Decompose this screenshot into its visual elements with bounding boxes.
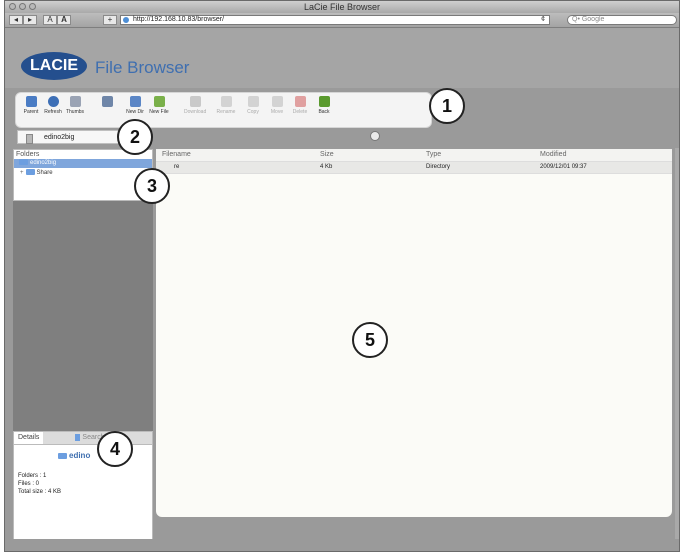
vertical-scrollbar[interactable] bbox=[675, 148, 679, 551]
cell-modified: 2009/12/01 09:37 bbox=[540, 164, 587, 170]
tab-details[interactable]: Details bbox=[14, 432, 43, 444]
toolbar-button-move[interactable]: Move bbox=[266, 96, 288, 116]
thumbs-icon bbox=[69, 96, 81, 107]
browser-toolbar: ◂ ▸ A A + http://192.168.10.83/browser/ … bbox=[5, 13, 679, 28]
google-search-input[interactable]: Q• Google bbox=[567, 15, 677, 25]
toolbar-button-download[interactable]: Download bbox=[184, 96, 206, 116]
toolbar-button-refresh[interactable]: Refresh bbox=[42, 96, 64, 116]
file-table-header: Filename Size Type Modified bbox=[156, 149, 672, 162]
text-smaller-button[interactable]: A bbox=[43, 15, 57, 25]
toolbar-button-thumbs[interactable]: Thumbs bbox=[64, 96, 86, 116]
text-larger-button[interactable]: A bbox=[57, 15, 71, 25]
copy-icon bbox=[247, 96, 259, 107]
file-toolbar: Parent Refresh Thumbs New Dir New File D… bbox=[15, 92, 432, 128]
back-nav-button[interactable]: ◂ bbox=[9, 15, 23, 25]
details-stats: Folders : 1 Files : 0 Total size : 4 KB bbox=[18, 472, 61, 496]
collapse-toggle[interactable] bbox=[370, 131, 380, 141]
reload-icon[interactable]: ¢ bbox=[541, 16, 545, 24]
file-list-pane: Filename Size Type Modified re 4 Kb Dire… bbox=[156, 149, 672, 517]
table-row[interactable]: re 4 Kb Directory 2009/12/01 09:37 bbox=[156, 162, 672, 174]
total-size: Total size : 4 KB bbox=[18, 489, 62, 495]
flask-icon bbox=[101, 96, 113, 107]
forward-nav-button[interactable]: ▸ bbox=[23, 15, 37, 25]
url-text: http://192.168.10.83/browser/ bbox=[133, 16, 225, 23]
title-bar: LaCie File Browser bbox=[5, 1, 679, 13]
tree-item-share[interactable]: + Share bbox=[14, 168, 152, 178]
folder-icon bbox=[58, 452, 67, 459]
toolbar-button-back[interactable]: Back bbox=[313, 96, 335, 116]
callout-1: 1 bbox=[429, 88, 465, 124]
app-header: LACIE File Browser bbox=[5, 28, 679, 88]
parent-icon bbox=[25, 96, 37, 107]
callout-5: 5 bbox=[352, 322, 388, 358]
window-title: LaCie File Browser bbox=[303, 2, 381, 12]
search-tab-icon bbox=[75, 433, 81, 441]
address-bar[interactable]: http://192.168.10.83/browser/ ¢ bbox=[120, 15, 550, 25]
callout-3: 3 bbox=[134, 168, 170, 204]
toolbar-button-new-dir[interactable]: New Dir bbox=[124, 96, 146, 116]
tree-item-root[interactable]: edino2big bbox=[14, 159, 152, 168]
toolbar-button-copy[interactable]: Copy bbox=[242, 96, 264, 116]
delete-icon bbox=[294, 96, 306, 107]
add-bookmark-button[interactable]: + bbox=[103, 15, 117, 25]
move-icon bbox=[271, 96, 283, 107]
back-icon bbox=[318, 96, 330, 107]
expand-icon[interactable]: + bbox=[20, 170, 24, 176]
download-icon bbox=[189, 96, 201, 107]
folders-panel: Folders edino2big + Share bbox=[13, 149, 153, 201]
app-title: File Browser bbox=[95, 58, 190, 77]
folders-count: Folders : 1 bbox=[18, 473, 47, 479]
browser-window: LaCie File Browser ◂ ▸ A A + http://192.… bbox=[4, 0, 680, 552]
new-file-icon bbox=[153, 96, 165, 107]
files-count: Files : 0 bbox=[18, 481, 40, 487]
toolbar-button-new-file[interactable]: New File bbox=[148, 96, 170, 116]
column-filename[interactable]: Filename bbox=[162, 149, 191, 161]
globe-icon bbox=[123, 17, 129, 23]
volume-selector-value: edino2big bbox=[44, 134, 75, 141]
column-type[interactable]: Type bbox=[426, 149, 441, 161]
lacie-logo: LACIE bbox=[21, 52, 87, 80]
column-size[interactable]: Size bbox=[320, 149, 334, 161]
new-dir-icon bbox=[129, 96, 141, 107]
toolbar-button-flask[interactable] bbox=[96, 96, 118, 109]
cell-filename: re bbox=[174, 164, 180, 170]
callout-2: 2 bbox=[117, 119, 153, 155]
toolbar-button-rename[interactable]: Rename bbox=[215, 96, 237, 116]
cell-size: 4 Kb bbox=[320, 164, 333, 170]
toolbar-button-parent[interactable]: Parent bbox=[20, 96, 42, 116]
rename-icon bbox=[220, 96, 232, 107]
callout-4: 4 bbox=[97, 431, 133, 467]
status-bar bbox=[5, 539, 679, 551]
cell-type: Directory bbox=[426, 164, 451, 170]
toolbar-button-delete[interactable]: Delete bbox=[289, 96, 311, 116]
refresh-icon bbox=[47, 96, 59, 107]
column-modified[interactable]: Modified bbox=[540, 149, 566, 161]
folder-icon bbox=[25, 169, 35, 176]
folder-icon bbox=[19, 159, 28, 166]
app-content: LACIE File Browser Parent Refresh Thumbs bbox=[5, 28, 679, 551]
selected-item-name: edino bbox=[58, 451, 90, 460]
left-column: Folders edino2big + Share Details Search … bbox=[13, 149, 153, 544]
drive-icon bbox=[26, 134, 33, 144]
